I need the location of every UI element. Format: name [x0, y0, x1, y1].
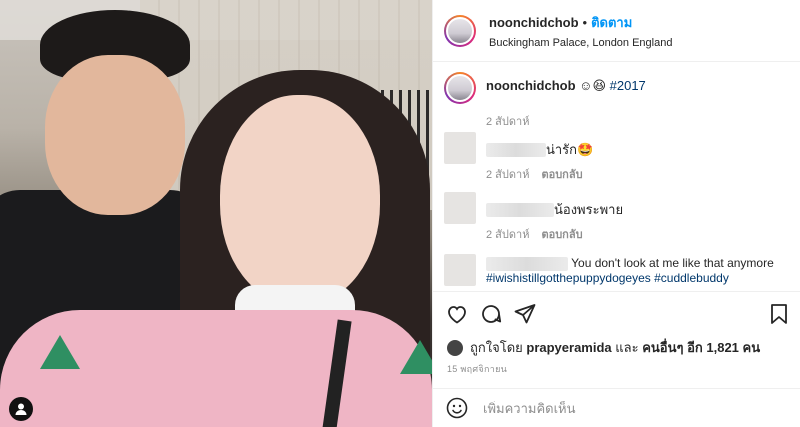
location-link[interactable]: Buckingham Palace, London England	[489, 37, 672, 49]
story-ring[interactable]	[444, 14, 476, 47]
hidden-username[interactable]	[486, 202, 554, 217]
comment-hashtags[interactable]: #iwishistillgotthepuppydogeyes #cuddlebu…	[486, 271, 729, 285]
reply-button[interactable]: ตอบกลับ	[541, 165, 582, 183]
likes-summary: ถูกใจโดย prapyeramida และ คนอื่นๆ อีก 1,…	[447, 337, 760, 358]
separator-dot: •	[582, 15, 588, 30]
follow-button[interactable]: ติดตาม	[591, 12, 632, 33]
hidden-username[interactable]	[486, 256, 568, 271]
likes-and: และ	[615, 340, 639, 355]
comments-list[interactable]: noonchidchob ☺😆 #2017 2 สัปดาห์ น่ารัก🤩 …	[433, 62, 800, 291]
caption-hashtag[interactable]: #2017	[610, 78, 646, 93]
user-tag-icon[interactable]	[9, 397, 33, 421]
post-photo[interactable]	[0, 0, 432, 427]
comment-text: น้องพระพาย	[554, 202, 624, 217]
comment-icon[interactable]	[479, 302, 503, 326]
post-header: noonchidchob • ติดตาม Buckingham Palace,…	[433, 0, 800, 62]
comment-time[interactable]: 2 สัปดาห์	[486, 165, 529, 183]
comment-text: You don't look at me like that anymore	[571, 256, 774, 270]
story-ring[interactable]	[444, 72, 476, 104]
avatar[interactable]	[444, 192, 476, 224]
emoji-icon[interactable]	[445, 396, 469, 420]
avatar[interactable]	[447, 339, 463, 356]
post-side-panel: noonchidchob • ติดตาม Buckingham Palace,…	[432, 0, 800, 427]
instagram-post: noonchidchob • ติดตาม Buckingham Palace,…	[0, 0, 800, 427]
hidden-username[interactable]	[486, 142, 546, 157]
photo-man-face	[45, 55, 185, 215]
caption-emojis: ☺😆	[579, 78, 606, 93]
share-icon[interactable]	[513, 302, 537, 326]
likes-others[interactable]: คนอื่นๆ อีก 1,821 คน	[642, 337, 760, 358]
avatar	[446, 74, 474, 102]
username[interactable]: noonchidchob	[489, 15, 579, 30]
comment-input[interactable]	[483, 400, 783, 416]
liker-username[interactable]: prapyeramida	[526, 340, 611, 355]
caption-username[interactable]: noonchidchob	[486, 78, 576, 93]
photo-star	[400, 340, 432, 374]
avatar[interactable]	[444, 254, 476, 286]
likes-prefix: ถูกใจโดย	[470, 340, 523, 355]
action-bar	[433, 291, 800, 335]
comment-time[interactable]: 2 สัปดาห์	[486, 225, 529, 243]
reply-button[interactable]: ตอบกลับ	[541, 225, 582, 243]
avatar	[446, 16, 474, 45]
comment-text: น่ารัก🤩	[546, 142, 594, 157]
avatar[interactable]	[444, 132, 476, 164]
caption-time[interactable]: 2 สัปดาห์	[486, 112, 529, 130]
post-date[interactable]: 15 พฤศจิกายน	[447, 362, 507, 376]
heart-icon[interactable]	[445, 302, 469, 326]
add-comment-bar	[433, 388, 800, 427]
bookmark-icon[interactable]	[767, 302, 791, 326]
photo-woman-face	[220, 95, 380, 305]
photo-star	[40, 335, 80, 369]
